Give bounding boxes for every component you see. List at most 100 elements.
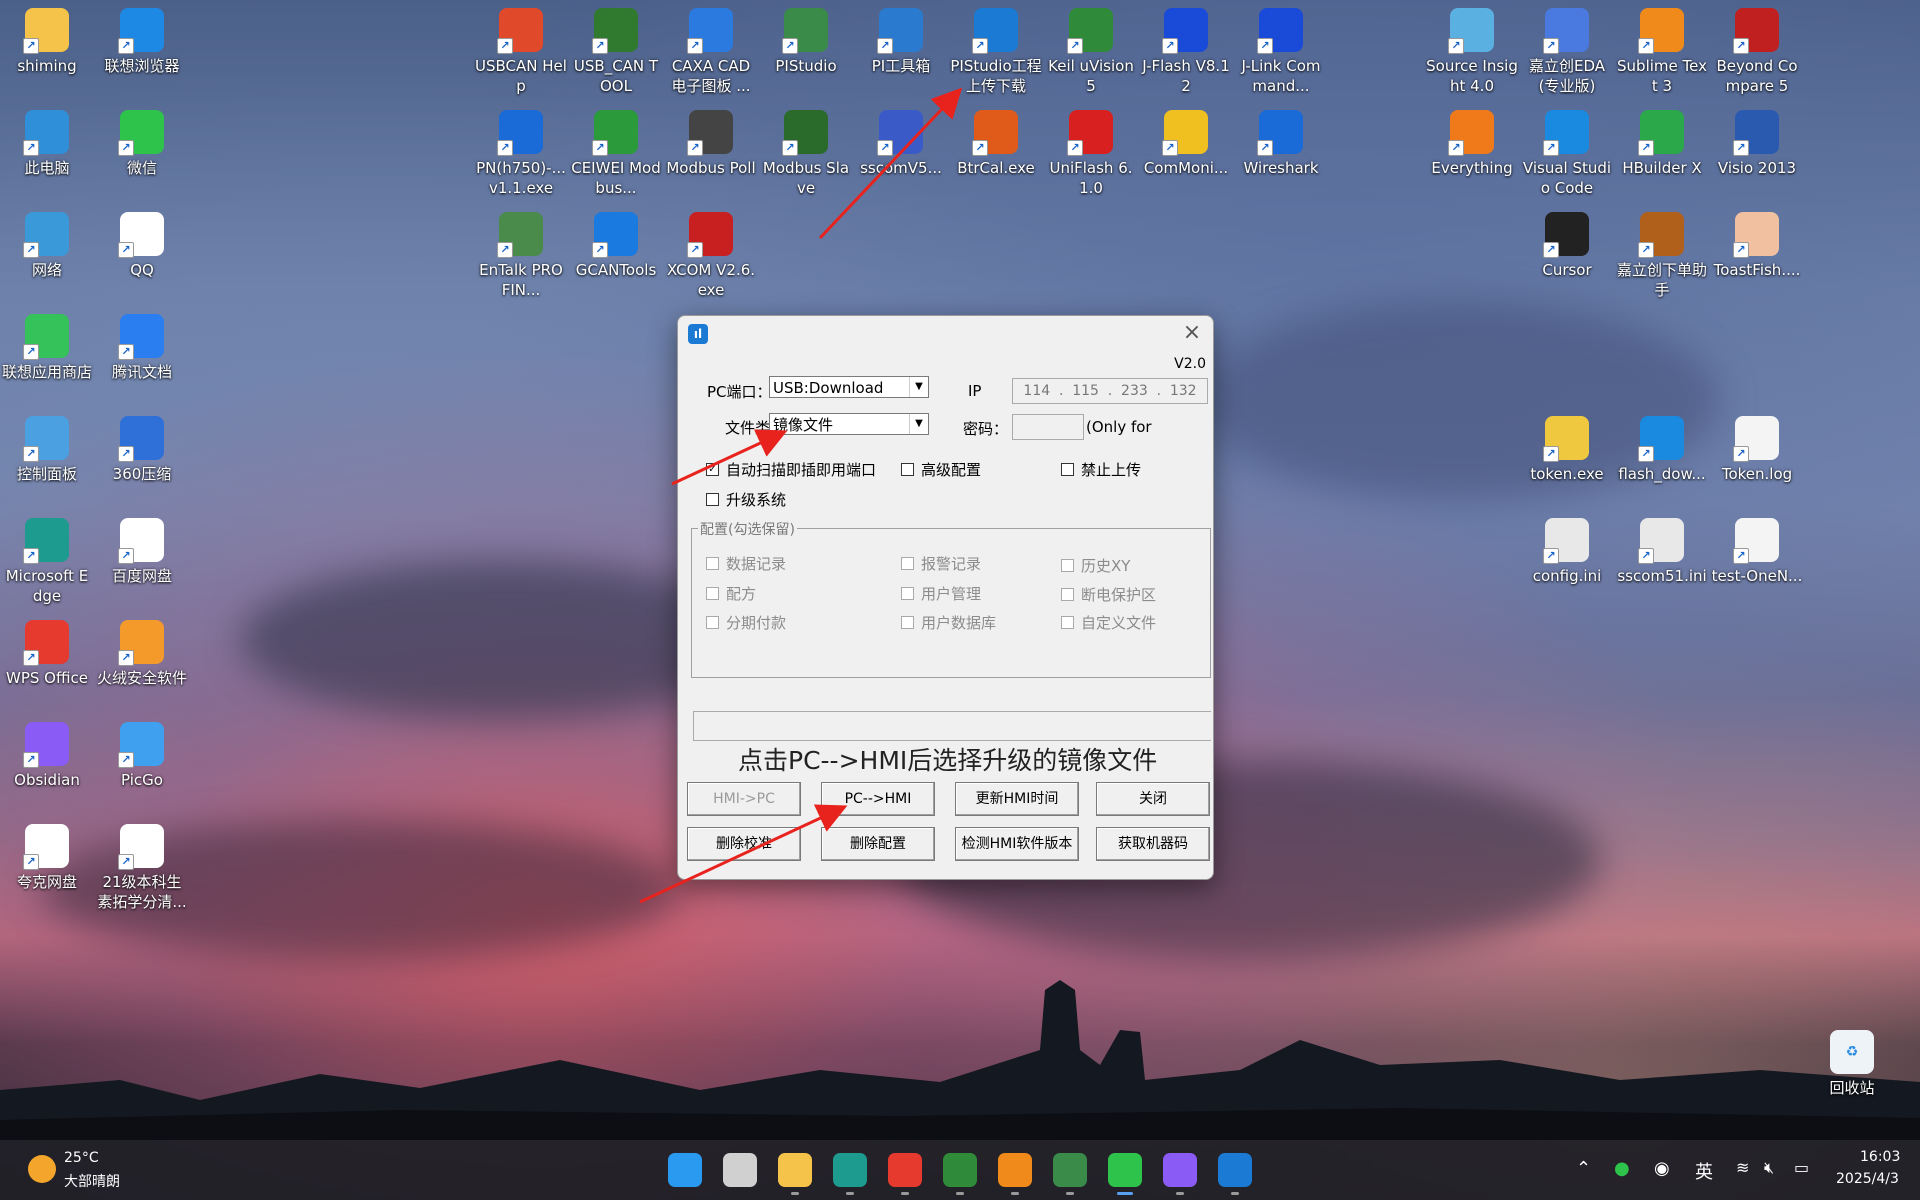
desktop-icon-visio[interactable]: ↗ Visio 2013 bbox=[1711, 104, 1803, 178]
config-checkbox-custom-file[interactable]: 自定义文件 bbox=[1061, 612, 1156, 633]
desktop-icon-cursor-app[interactable]: ↗ Cursor bbox=[1521, 206, 1613, 280]
desktop-icon-uniflash[interactable]: ↗ UniFlash 6.1.0 bbox=[1045, 104, 1137, 198]
config-checkbox-history-xy[interactable]: 历史XY bbox=[1061, 555, 1130, 576]
password-field[interactable] bbox=[1012, 414, 1084, 440]
pc-to-hmi-button[interactable]: PC-->HMI bbox=[821, 782, 935, 816]
config-checkbox-data-record[interactable]: 数据记录 bbox=[706, 553, 786, 574]
desktop-icon-toolbox[interactable]: ↗ PI工具箱 bbox=[855, 2, 947, 76]
config-checkbox-power-loss[interactable]: 断电保护区 bbox=[1061, 584, 1156, 605]
desktop-icon-calc[interactable]: ↗ BtrCal.exe bbox=[950, 104, 1042, 178]
weather-desc[interactable]: 大部晴朗 bbox=[64, 1171, 120, 1191]
desktop-icon-network[interactable]: ↗ 网络 bbox=[1, 206, 93, 280]
get-machine-code-button[interactable]: 获取机器码 bbox=[1096, 827, 1210, 861]
qq-tray-icon[interactable]: ◉ bbox=[1654, 1158, 1670, 1179]
recycle-bin[interactable]: ♻ 回收站 bbox=[1806, 1024, 1898, 1098]
wechat-tray-icon[interactable]: ● bbox=[1614, 1158, 1630, 1179]
sublime-icon[interactable] bbox=[998, 1153, 1032, 1187]
ip-address-field[interactable]: 114. 115. 233. 132 bbox=[1012, 378, 1208, 404]
desktop-icon-edge[interactable]: ↗ Microsoft Edge bbox=[1, 512, 93, 606]
desktop-icon-computer[interactable]: ↗ 此电脑 bbox=[1, 104, 93, 178]
keil-icon[interactable] bbox=[943, 1153, 977, 1187]
upgrade-system-checkbox[interactable]: 升级系统 bbox=[706, 489, 786, 510]
desktop-icon-sublime[interactable]: ↗ Sublime Text 3 bbox=[1616, 2, 1708, 96]
desktop-icon-can-tool[interactable]: ↗ USB_CAN TOOL bbox=[570, 2, 662, 96]
close-icon[interactable]: × bbox=[1181, 322, 1203, 344]
desktop-icon-ini-file[interactable]: ↗ sscom51.ini bbox=[1616, 512, 1708, 586]
desktop-icon-browser[interactable]: ↗ 联想浏览器 bbox=[96, 2, 188, 76]
desktop-icon-docs[interactable]: ↗ 腾讯文档 bbox=[96, 308, 188, 382]
desktop-icon-hbuilder[interactable]: ↗ HBuilder X bbox=[1616, 104, 1708, 178]
desktop-icon-keil[interactable]: ↗ Keil uVision5 bbox=[1045, 2, 1137, 96]
desktop-icon-control-panel[interactable]: ↗ 控制面板 bbox=[1, 410, 93, 484]
desktop-icon-sheet[interactable]: ↗ 21级本科生素拓学分清... bbox=[96, 818, 188, 912]
title-bar[interactable]: ıl × bbox=[678, 316, 1213, 350]
advanced-config-checkbox[interactable]: 高级配置 bbox=[901, 459, 981, 480]
desktop-icon-shield[interactable]: ↗ 火绒安全软件 bbox=[96, 614, 188, 688]
config-checkbox-installment[interactable]: 分期付款 bbox=[706, 612, 786, 633]
desktop-icon-xcom[interactable]: ↗ XCOM V2.6.exe bbox=[665, 206, 757, 300]
desktop-icon-ini-file[interactable]: ↗ config.ini bbox=[1521, 512, 1613, 586]
desktop-icon-gear[interactable]: ↗ flash_dow... bbox=[1616, 410, 1708, 484]
hmi-to-pc-button[interactable]: HMI->PC bbox=[687, 782, 801, 816]
desktop-icon-wps[interactable]: ↗ WPS Office bbox=[1, 614, 93, 688]
upload-download-icon[interactable] bbox=[1218, 1153, 1252, 1187]
wifi-icon[interactable]: ≋ bbox=[1736, 1158, 1749, 1177]
desktop-icon-zip[interactable]: ↗ 360压缩 bbox=[96, 410, 188, 484]
volume-muted-icon[interactable]: 🔇︎ bbox=[1764, 1158, 1774, 1178]
desktop-icon-token-exe[interactable]: ↗ token.exe bbox=[1521, 410, 1613, 484]
config-checkbox-user-management[interactable]: 用户管理 bbox=[901, 583, 981, 604]
desktop-icon-qq[interactable]: ↗ QQ bbox=[96, 206, 188, 280]
clock-date[interactable]: 2025/4/3 bbox=[1836, 1171, 1899, 1187]
desktop-icon-cloud-drive[interactable]: ↗ 百度网盘 bbox=[96, 512, 188, 586]
desktop-icon-wechat[interactable]: ↗ 微信 bbox=[96, 104, 188, 178]
delete-config-button[interactable]: 删除配置 bbox=[821, 827, 935, 861]
update-hmi-time-button[interactable]: 更新HMI时间 bbox=[955, 782, 1079, 816]
desktop-icon-bear[interactable]: ↗ 嘉立创下单助手 bbox=[1616, 206, 1708, 300]
desktop-icon-obsidian[interactable]: ↗ Obsidian bbox=[1, 716, 93, 790]
desktop-icon-search[interactable]: ↗ Everything bbox=[1426, 104, 1518, 178]
desktop-icon-source-insight[interactable]: ↗ Source Insight 4.0 bbox=[1426, 2, 1518, 96]
wechat-icon[interactable] bbox=[1108, 1153, 1142, 1187]
desktop-icon-jflash[interactable]: ↗ J-Flash V8.12 bbox=[1140, 2, 1232, 96]
config-checkbox-alarm-record[interactable]: 报警记录 bbox=[901, 553, 981, 574]
config-checkbox-user-database[interactable]: 用户数据库 bbox=[901, 612, 996, 633]
chevron-up-icon[interactable]: ⌃ bbox=[1576, 1158, 1591, 1179]
desktop-icon-serial[interactable]: ↗ sscomV5... bbox=[855, 104, 947, 178]
pc-port-select[interactable]: USB:Download ▼ bbox=[769, 376, 929, 398]
desktop-icon-modbus-slave[interactable]: ↗ Modbus Slave bbox=[760, 104, 852, 198]
wps-icon[interactable] bbox=[888, 1153, 922, 1187]
ime-indicator[interactable]: 英 bbox=[1695, 1158, 1713, 1184]
desktop-icon-picgo[interactable]: ↗ PicGo bbox=[96, 716, 188, 790]
desktop-icon-eda[interactable]: ↗ 嘉立创EDA(专业版) bbox=[1521, 2, 1613, 96]
desktop-icon-cad[interactable]: ↗ CAXA CAD 电子图板 ... bbox=[665, 2, 757, 96]
desktop-icon-folder[interactable]: ↗ shiming bbox=[1, 2, 93, 76]
desktop-icon-duck[interactable]: ↗ ComMoni... bbox=[1140, 104, 1232, 178]
auto-scan-checkbox[interactable]: ✓ 自动扫描即插即用端口 bbox=[706, 459, 876, 480]
edge-icon[interactable] bbox=[833, 1153, 867, 1187]
desktop-icon-text-file[interactable]: ↗ test-OneN... bbox=[1711, 512, 1803, 586]
disable-upload-checkbox[interactable]: 禁止上传 bbox=[1061, 459, 1141, 480]
desktop-icon-wireshark[interactable]: ↗ Wireshark bbox=[1235, 104, 1327, 178]
desktop-icon-compare[interactable]: ↗ Beyond Compare 5 bbox=[1711, 2, 1803, 96]
desktop-icon-gcan[interactable]: ↗ GCANTools bbox=[570, 206, 662, 280]
delete-calibration-button[interactable]: 删除校准 bbox=[687, 827, 801, 861]
desktop-icon-modbus[interactable]: ↗ CEIWEI Modbus... bbox=[570, 104, 662, 198]
battery-icon[interactable]: ▭ bbox=[1794, 1158, 1809, 1177]
file-type-select[interactable]: 镜像文件 ▼ bbox=[769, 413, 929, 435]
desktop-icon-toastfish[interactable]: ↗ ToastFish.... bbox=[1711, 206, 1803, 280]
start-icon[interactable] bbox=[668, 1153, 702, 1187]
desktop-icon-vscode[interactable]: ↗ Visual Studio Code bbox=[1521, 104, 1613, 198]
desktop-icon-upload-download[interactable]: ↗ PIStudio工程上传下载 bbox=[950, 2, 1042, 96]
task-view-icon[interactable] bbox=[723, 1153, 757, 1187]
desktop-icon-cloud[interactable]: ↗ 夸克网盘 bbox=[1, 818, 93, 892]
close-button[interactable]: 关闭 bbox=[1096, 782, 1210, 816]
desktop-icon-modbus-poll[interactable]: ↗ Modbus Poll bbox=[665, 104, 757, 178]
config-checkbox-recipe[interactable]: 配方 bbox=[706, 583, 756, 604]
desktop-icon-jlink[interactable]: ↗ J-Link Command... bbox=[1235, 2, 1327, 96]
desktop-icon-pistudio[interactable]: ↗ PIStudio bbox=[760, 2, 852, 76]
desktop-icon-entalk[interactable]: ↗ EnTalk PROFIN... bbox=[475, 206, 567, 300]
desktop-icon-exe[interactable]: ↗ PN(h750)-... v1.1.exe bbox=[475, 104, 567, 198]
file-explorer-icon[interactable] bbox=[778, 1153, 812, 1187]
desktop-icon-log-file[interactable]: ↗ Token.log bbox=[1711, 410, 1803, 484]
clock-time[interactable]: 16:03 bbox=[1860, 1149, 1900, 1165]
